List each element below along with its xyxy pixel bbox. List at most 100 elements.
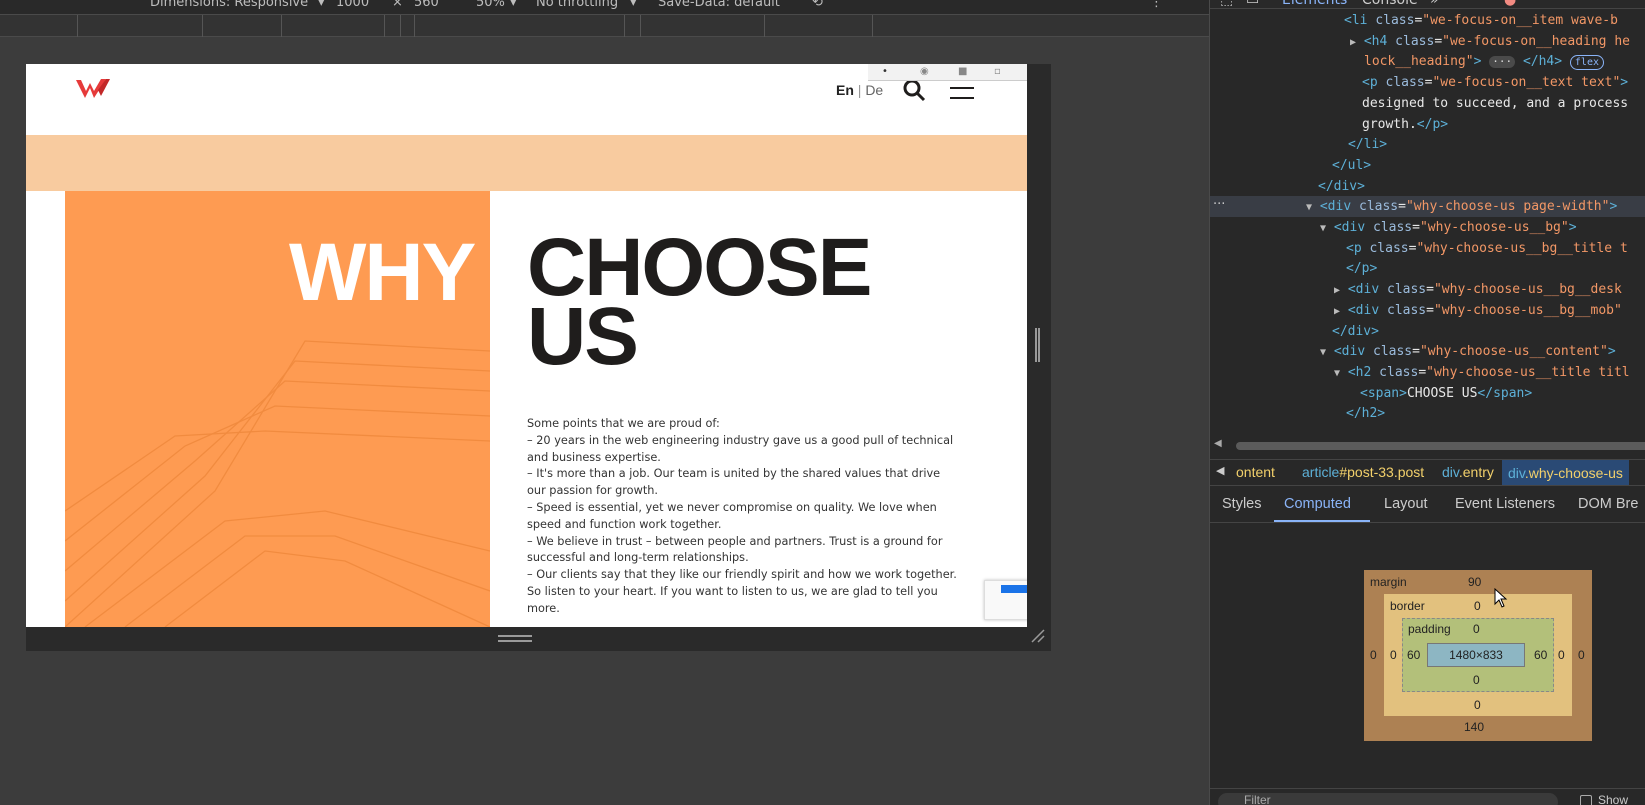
- margin-bottom-value[interactable]: 140: [1464, 720, 1484, 734]
- scroll-left-icon[interactable]: ◀: [1214, 438, 1222, 449]
- tab-elements[interactable]: Elements: [1282, 0, 1347, 8]
- dom-node-line[interactable]: </h2>: [1210, 403, 1645, 424]
- media-query-ruler[interactable]: [0, 15, 1209, 37]
- box-model-padding[interactable]: padding 0 0 60 60 1480×833: [1402, 618, 1554, 692]
- dom-node-line[interactable]: </p>: [1210, 258, 1645, 279]
- margin-top-value[interactable]: 90: [1468, 575, 1481, 589]
- inspect-icon[interactable]: ⬚: [1220, 0, 1233, 8]
- expand-toggle-icon[interactable]: ▼: [1334, 368, 1340, 379]
- margin-right-value[interactable]: 0: [1578, 648, 1585, 662]
- show-all-checkbox[interactable]: [1580, 795, 1592, 805]
- dom-node-markup: </p>: [1346, 261, 1378, 277]
- tab-dom-breakpoints[interactable]: DOM Bre: [1578, 496, 1638, 512]
- dimensions-dropdown[interactable]: Dimensions: Responsive: [150, 0, 308, 10]
- dom-node-markup: ▼ <div class="why-choose-us page-width">: [1306, 199, 1618, 215]
- brand-logo-icon[interactable]: [76, 78, 110, 100]
- dom-node-line[interactable]: ▼ <div class="why-choose-us__content">: [1210, 341, 1645, 362]
- resize-corner-icon[interactable]: [1030, 628, 1046, 644]
- dom-node-line[interactable]: ▼ <h2 class="why-choose-us__title titl: [1210, 362, 1645, 383]
- dom-node-line[interactable]: ▶ <h4 class="we-focus-on__heading he: [1210, 31, 1645, 52]
- device-toggle-icon[interactable]: ▭: [1246, 0, 1259, 8]
- padding-top-value[interactable]: 0: [1473, 622, 1480, 636]
- search-icon[interactable]: [902, 78, 926, 102]
- dom-node-line[interactable]: </li>: [1210, 134, 1645, 155]
- ruler-tick: [384, 15, 385, 37]
- dom-node-line[interactable]: <p class="we-focus-on__text text">: [1210, 72, 1645, 93]
- width-input[interactable]: 1000: [336, 0, 369, 10]
- border-bottom-value[interactable]: 0: [1474, 698, 1481, 712]
- dom-node-line[interactable]: ▶ <div class="why-choose-us__bg__desk: [1210, 279, 1645, 300]
- dom-node-markup: </ul>: [1332, 157, 1372, 173]
- dom-node-line[interactable]: lock__heading"> ··· </h4> flex: [1210, 51, 1645, 72]
- rotate-icon[interactable]: ⟲: [812, 0, 823, 10]
- height-input[interactable]: 560: [414, 0, 439, 10]
- ruler-tick: [764, 15, 765, 37]
- dom-node-markup: </li>: [1348, 137, 1388, 153]
- tab-layout[interactable]: Layout: [1384, 496, 1428, 512]
- lock-icon[interactable]: ■: [958, 66, 967, 77]
- dom-node-line[interactable]: <p class="why-choose-us__bg__title t: [1210, 238, 1645, 259]
- margin-left-value[interactable]: 0: [1370, 648, 1377, 662]
- expand-toggle-icon[interactable]: ▶: [1334, 285, 1340, 296]
- box-model-border[interactable]: border 0 0 0 0 padding 0 0 60 60 1480×83…: [1384, 594, 1572, 716]
- dom-node-line[interactable]: designed to succeed, and a process: [1210, 93, 1645, 114]
- border-top-value[interactable]: 0: [1474, 599, 1481, 613]
- lang-de-link[interactable]: De: [865, 82, 883, 98]
- dom-node-line[interactable]: </ul>: [1210, 155, 1645, 176]
- eye-icon[interactable]: ◉: [920, 66, 929, 77]
- language-switcher: En | De: [836, 82, 883, 98]
- pin-icon[interactable]: •: [882, 66, 888, 77]
- resize-handle-bottom[interactable]: [498, 635, 532, 642]
- expand-toggle-icon[interactable]: ▶: [1350, 37, 1356, 48]
- breadcrumb-item[interactable]: ontent: [1236, 464, 1275, 480]
- breadcrumb-scroll-left-icon[interactable]: ◀: [1216, 464, 1224, 477]
- dom-tree-scrollbar[interactable]: ◀: [1210, 438, 1645, 452]
- body-line: – 20 years in the web engineering indust…: [527, 433, 954, 464]
- expand-toggle-icon[interactable]: ▼: [1306, 202, 1312, 213]
- breadcrumb-item-current[interactable]: div.why-choose-us: [1502, 460, 1629, 485]
- expand-toggle-icon[interactable]: ▶: [1334, 306, 1340, 317]
- dom-node-line[interactable]: ▶ <div class="why-choose-us__bg__mob": [1210, 300, 1645, 321]
- expand-toggle-icon[interactable]: ▼: [1320, 223, 1326, 234]
- error-icon[interactable]: ●: [1504, 0, 1516, 8]
- padding-right-value[interactable]: 60: [1534, 648, 1547, 662]
- more-tabs-icon[interactable]: »: [1430, 0, 1439, 8]
- tab-styles[interactable]: Styles: [1222, 496, 1262, 512]
- dom-tree[interactable]: <li class="we-focus-on__item wave-b ▶ <h4…: [1210, 10, 1645, 435]
- resize-handle-right[interactable]: [1035, 328, 1040, 362]
- border-right-value[interactable]: 0: [1558, 648, 1565, 662]
- more-options-icon[interactable]: ⋮: [1150, 0, 1163, 10]
- box-model-content-size[interactable]: 1480×833: [1427, 643, 1525, 667]
- breadcrumb-item[interactable]: article#post-33.post: [1302, 464, 1424, 480]
- dom-node-line[interactable]: </div>: [1210, 321, 1645, 342]
- dom-node-line[interactable]: <span>CHOOSE US</span>: [1210, 383, 1645, 404]
- dom-node-line[interactable]: </div>: [1210, 176, 1645, 197]
- padding-bottom-value[interactable]: 0: [1473, 673, 1480, 687]
- dom-node-line[interactable]: ▼ <div class="why-choose-us__bg">: [1210, 217, 1645, 238]
- lang-en-link[interactable]: En: [836, 82, 854, 98]
- tab-computed[interactable]: Computed: [1284, 496, 1351, 512]
- throttling-dropdown[interactable]: No throttling: [536, 0, 618, 10]
- box-model-margin[interactable]: margin 90 140 0 0 border 0 0 0 0 padding…: [1364, 570, 1592, 741]
- hamburger-menu-icon[interactable]: [948, 78, 974, 100]
- save-data-dropdown[interactable]: Save-Data: default: [658, 0, 780, 10]
- ruler-tick: [624, 15, 625, 37]
- recaptcha-badge[interactable]: [984, 580, 1027, 620]
- expand-toggle-icon[interactable]: ▼: [1320, 347, 1326, 358]
- scrollbar-thumb[interactable]: [1236, 442, 1645, 450]
- tab-event-listeners[interactable]: Event Listeners: [1455, 496, 1555, 512]
- breadcrumb-item[interactable]: div.entry: [1442, 464, 1494, 480]
- dom-node-line[interactable]: ▼ <div class="why-choose-us page-width">: [1210, 196, 1645, 218]
- dom-node-markup: <p class="we-focus-on__text text">: [1362, 75, 1629, 91]
- dom-node-line[interactable]: <li class="we-focus-on__item wave-b: [1210, 10, 1645, 31]
- zoom-dropdown[interactable]: 50%: [476, 0, 505, 10]
- dom-node-markup: ▼ <div class="why-choose-us__content">: [1320, 344, 1616, 360]
- tab-console[interactable]: Console: [1362, 0, 1418, 8]
- filter-input[interactable]: Filter: [1218, 793, 1558, 805]
- padding-left-value[interactable]: 60: [1407, 648, 1420, 662]
- dom-node-markup: <li class="we-focus-on__item wave-b: [1344, 13, 1618, 28]
- dom-node-line[interactable]: growth.</p>: [1210, 114, 1645, 135]
- border-left-value[interactable]: 0: [1390, 648, 1397, 662]
- copy-icon[interactable]: ▫: [994, 66, 1001, 77]
- node-actions-icon[interactable]: ···: [1213, 197, 1225, 212]
